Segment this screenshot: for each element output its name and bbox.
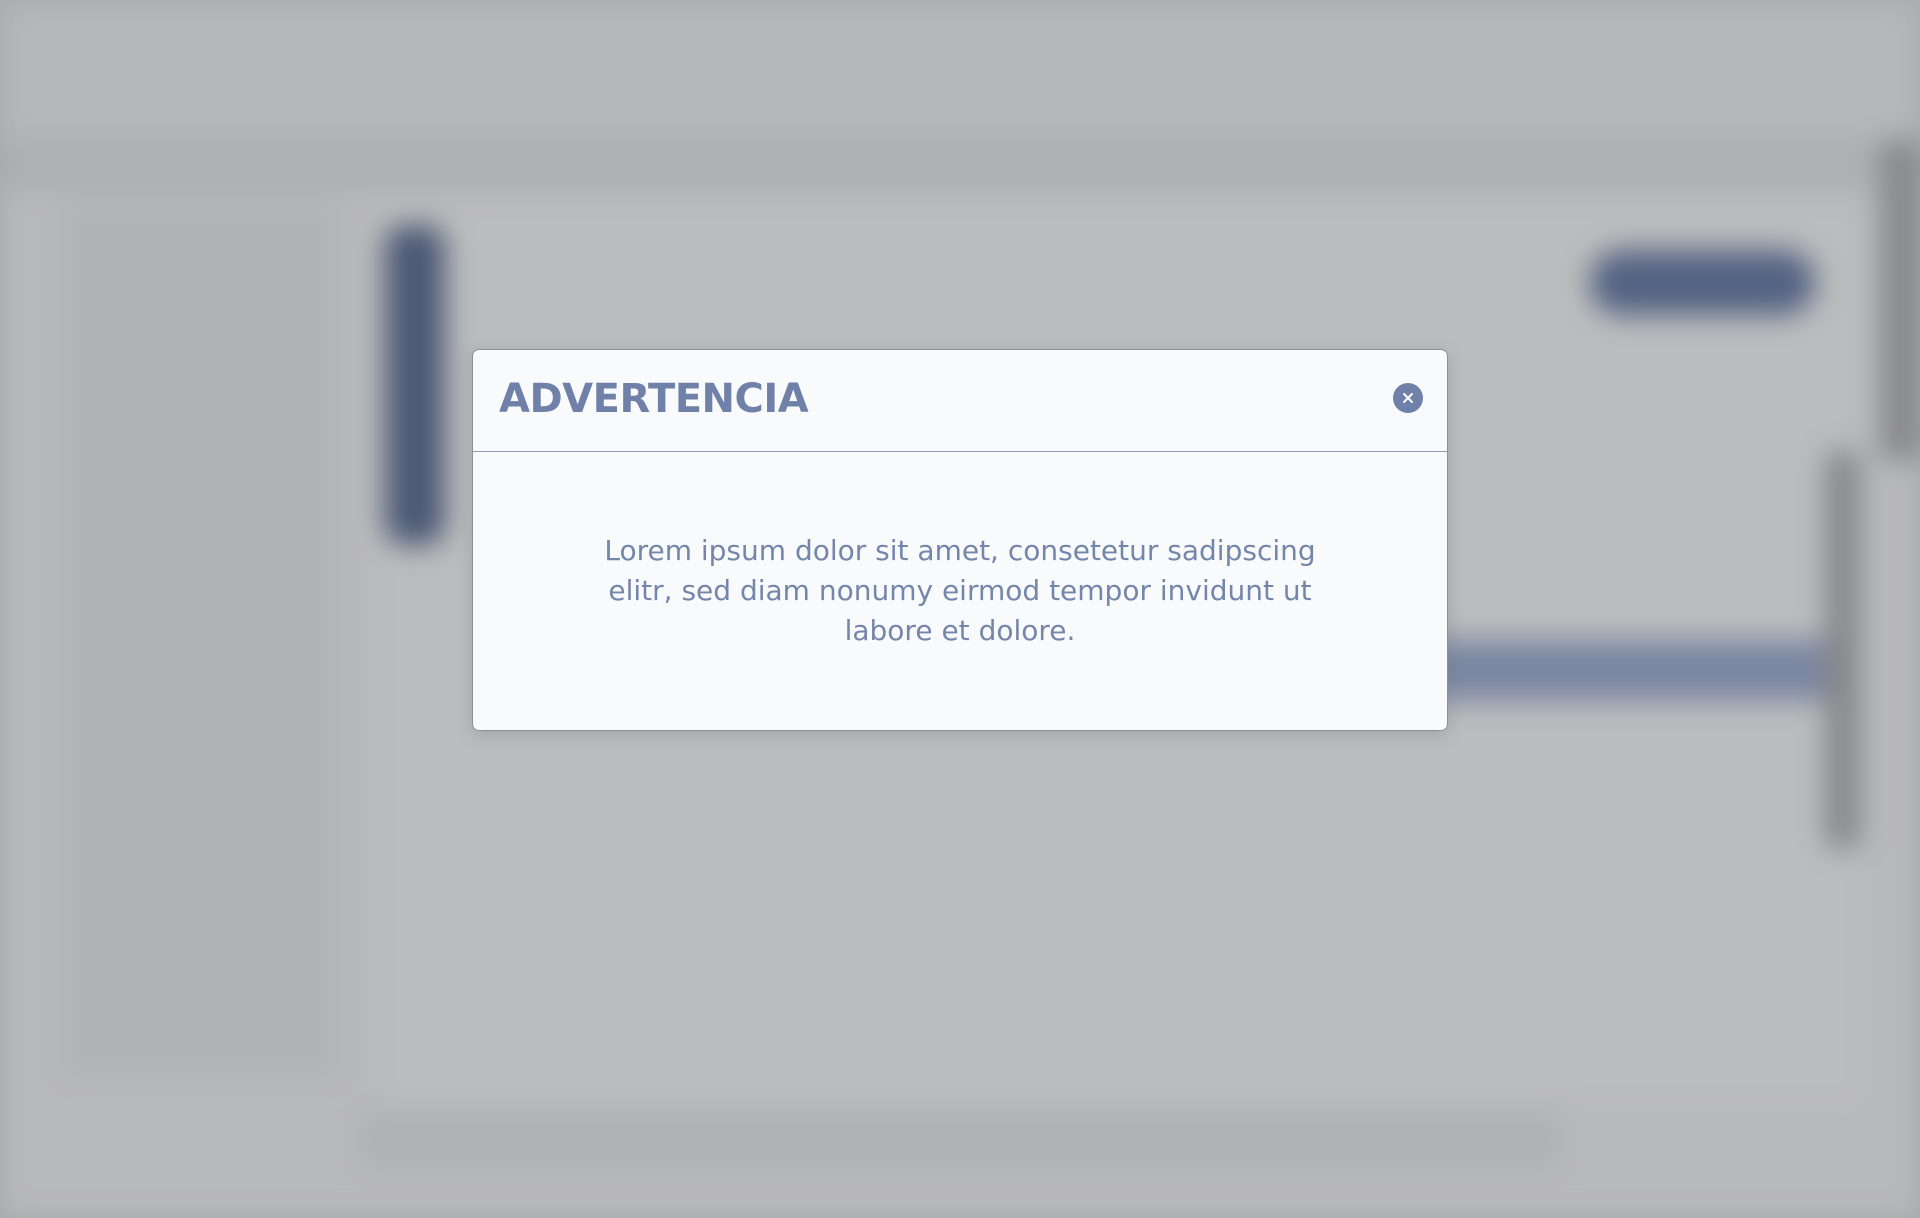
close-button[interactable]: [1393, 383, 1423, 413]
close-icon: [1402, 392, 1414, 404]
dialog-title: ADVERTENCIA: [499, 376, 809, 422]
dialog-header: ADVERTENCIA: [473, 350, 1447, 452]
dialog-body: Lorem ipsum dolor sit amet, consetetur s…: [473, 452, 1447, 730]
dialog-message: Lorem ipsum dolor sit amet, consetetur s…: [604, 534, 1316, 647]
warning-dialog: ADVERTENCIA Lorem ipsum dolor sit amet, …: [472, 349, 1448, 731]
